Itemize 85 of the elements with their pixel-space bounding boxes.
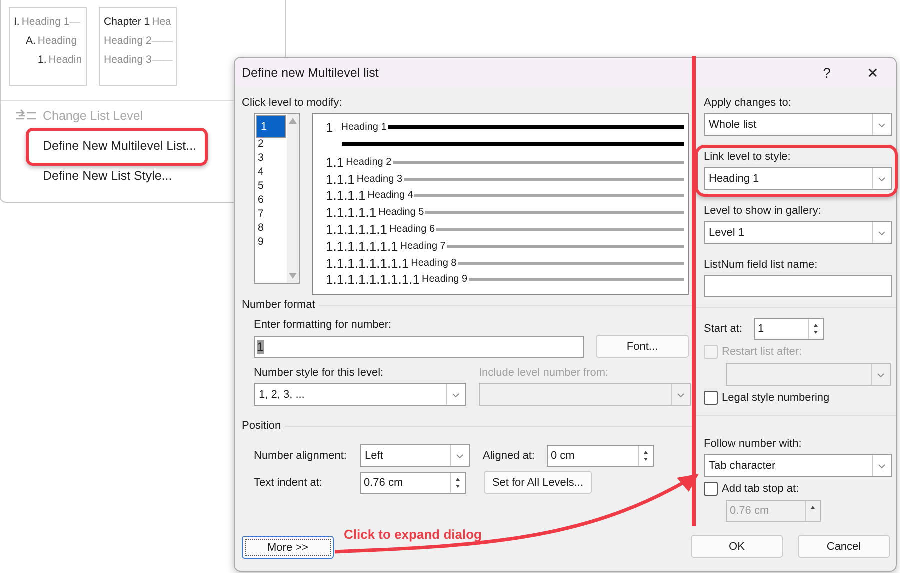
group-title: Number format bbox=[242, 299, 316, 311]
level-item[interactable]: 9 bbox=[256, 236, 286, 250]
field-label: Click level to modify: bbox=[242, 97, 344, 109]
list-gallery-item[interactable]: Chapter 1 Hea Heading 2—— Heading 3—— bbox=[99, 7, 177, 86]
level-item[interactable]: 1 bbox=[256, 115, 286, 138]
field-label: Number alignment: bbox=[254, 450, 348, 462]
field-label: Start at: bbox=[704, 323, 744, 335]
gallery-number: A. bbox=[26, 35, 36, 47]
preview-heading: Heading 4 bbox=[368, 190, 414, 202]
preview-heading: Heading 1 bbox=[341, 122, 387, 132]
field-label: Text indent at: bbox=[254, 476, 324, 488]
preview-heading: Heading 9 bbox=[422, 274, 468, 286]
preview-heading: Heading 7 bbox=[400, 240, 446, 252]
gallery-heading: Heading 3—— bbox=[104, 54, 173, 66]
set-all-levels-button[interactable]: Set for All Levels... bbox=[484, 471, 592, 494]
font-button[interactable]: Font... bbox=[596, 335, 689, 358]
gallery-number: 1. bbox=[38, 54, 47, 66]
preview-heading: Heading 3 bbox=[356, 174, 403, 185]
text-indent-spinner[interactable]: 0.76 cm bbox=[360, 472, 466, 494]
gallery-number: I. bbox=[14, 16, 20, 28]
level-item[interactable]: 7 bbox=[256, 208, 286, 222]
ok-button[interactable]: OK bbox=[691, 535, 783, 558]
level-item[interactable]: 4 bbox=[256, 166, 286, 180]
field-label: Enter formatting for number: bbox=[254, 319, 393, 331]
preview-number: 1.1.1.1.1 bbox=[326, 205, 377, 220]
checkbox-label: Restart list after: bbox=[722, 346, 802, 358]
preview-heading: Heading 2 bbox=[346, 156, 392, 168]
level-item[interactable]: 6 bbox=[256, 194, 286, 208]
menu-item[interactable]: Define New Multilevel List... bbox=[43, 139, 197, 153]
restart-after-select[interactable] bbox=[726, 363, 891, 386]
field-label: Apply changes to: bbox=[704, 97, 792, 109]
include-level-select[interactable] bbox=[479, 383, 691, 406]
number-style-select[interactable]: 1, 2, 3, ... bbox=[254, 383, 466, 406]
help-button[interactable]: ? bbox=[804, 64, 850, 80]
checkbox[interactable] bbox=[704, 482, 718, 496]
link-style-select[interactable]: Heading 1 bbox=[704, 167, 892, 190]
field-label: Include level number from: bbox=[479, 367, 610, 379]
alignment-select[interactable]: Left bbox=[360, 444, 470, 467]
listnum-field[interactable] bbox=[704, 275, 892, 297]
level-item[interactable]: 2 bbox=[256, 138, 286, 152]
preview-heading: Heading 6 bbox=[389, 224, 436, 236]
gallery-heading: Headin bbox=[48, 54, 82, 66]
preview-number: 1.1.1.1.1.1.1 bbox=[326, 238, 398, 254]
follow-number-select[interactable]: Tab character bbox=[704, 454, 892, 477]
callout-text: Click to expand dialog bbox=[344, 527, 482, 542]
gallery-heading: Heading 2—— bbox=[104, 35, 173, 47]
more-button[interactable]: More >> bbox=[242, 536, 334, 559]
field-label: ListNum field list name: bbox=[704, 259, 819, 271]
gallery-number: Chapter 1 bbox=[104, 16, 150, 28]
preview-number: 1 bbox=[326, 120, 334, 134]
gallery-heading: Heading bbox=[38, 35, 78, 47]
level-listbox[interactable]: 1 2 3 4 5 6 7 8 9 bbox=[254, 113, 300, 284]
gallery-heading: Hea bbox=[152, 16, 172, 28]
gallery-level-select[interactable]: Level 1 bbox=[704, 221, 892, 244]
menu-item[interactable]: Define New List Style... bbox=[43, 169, 172, 183]
gallery-heading: Heading 1— bbox=[22, 16, 80, 28]
cancel-button[interactable]: Cancel bbox=[798, 535, 890, 558]
preview-number: 1.1.1.1.1.1 bbox=[326, 222, 388, 238]
group-title: Position bbox=[242, 420, 282, 432]
preview-number: 1.1.1 bbox=[326, 172, 355, 187]
preview-number: 1.1 bbox=[326, 154, 344, 170]
field-label: Level to show in gallery: bbox=[704, 205, 822, 217]
field-label: Number style for this level: bbox=[254, 367, 385, 379]
field-label: Link level to style: bbox=[704, 151, 792, 163]
list-gallery-item[interactable]: I. Heading 1— A. Heading 1. Headin bbox=[9, 7, 87, 86]
field-label: Aligned at: bbox=[483, 450, 536, 462]
close-button[interactable]: ✕ bbox=[850, 64, 896, 80]
format-field[interactable]: 1 bbox=[254, 336, 584, 358]
preview-number: 1.1.1.1 bbox=[326, 188, 366, 204]
scroll-bar[interactable] bbox=[287, 114, 299, 283]
level-item[interactable]: 8 bbox=[256, 222, 286, 236]
window-title: Define new Multilevel list bbox=[242, 66, 380, 80]
preview-heading: Heading 5 bbox=[378, 207, 424, 218]
preview-number: 1.1.1.1.1.1.1.1.1 bbox=[326, 272, 420, 288]
aligned-at-spinner[interactable]: 0 cm bbox=[547, 444, 654, 466]
preview-heading: Heading 8 bbox=[411, 258, 457, 269]
level-item[interactable]: 3 bbox=[256, 152, 286, 166]
preview-number: 1.1.1.1.1.1.1.1 bbox=[326, 256, 410, 271]
start-at-spinner[interactable]: 1 bbox=[754, 318, 824, 340]
field-label: Follow number with: bbox=[704, 438, 803, 450]
checkbox-label: Add tab stop at: bbox=[722, 483, 800, 495]
checkbox-label: Legal style numbering bbox=[722, 392, 830, 404]
checkbox[interactable] bbox=[704, 391, 718, 405]
level-item[interactable]: 5 bbox=[256, 180, 286, 194]
apply-changes-select[interactable]: Whole list bbox=[704, 113, 892, 136]
